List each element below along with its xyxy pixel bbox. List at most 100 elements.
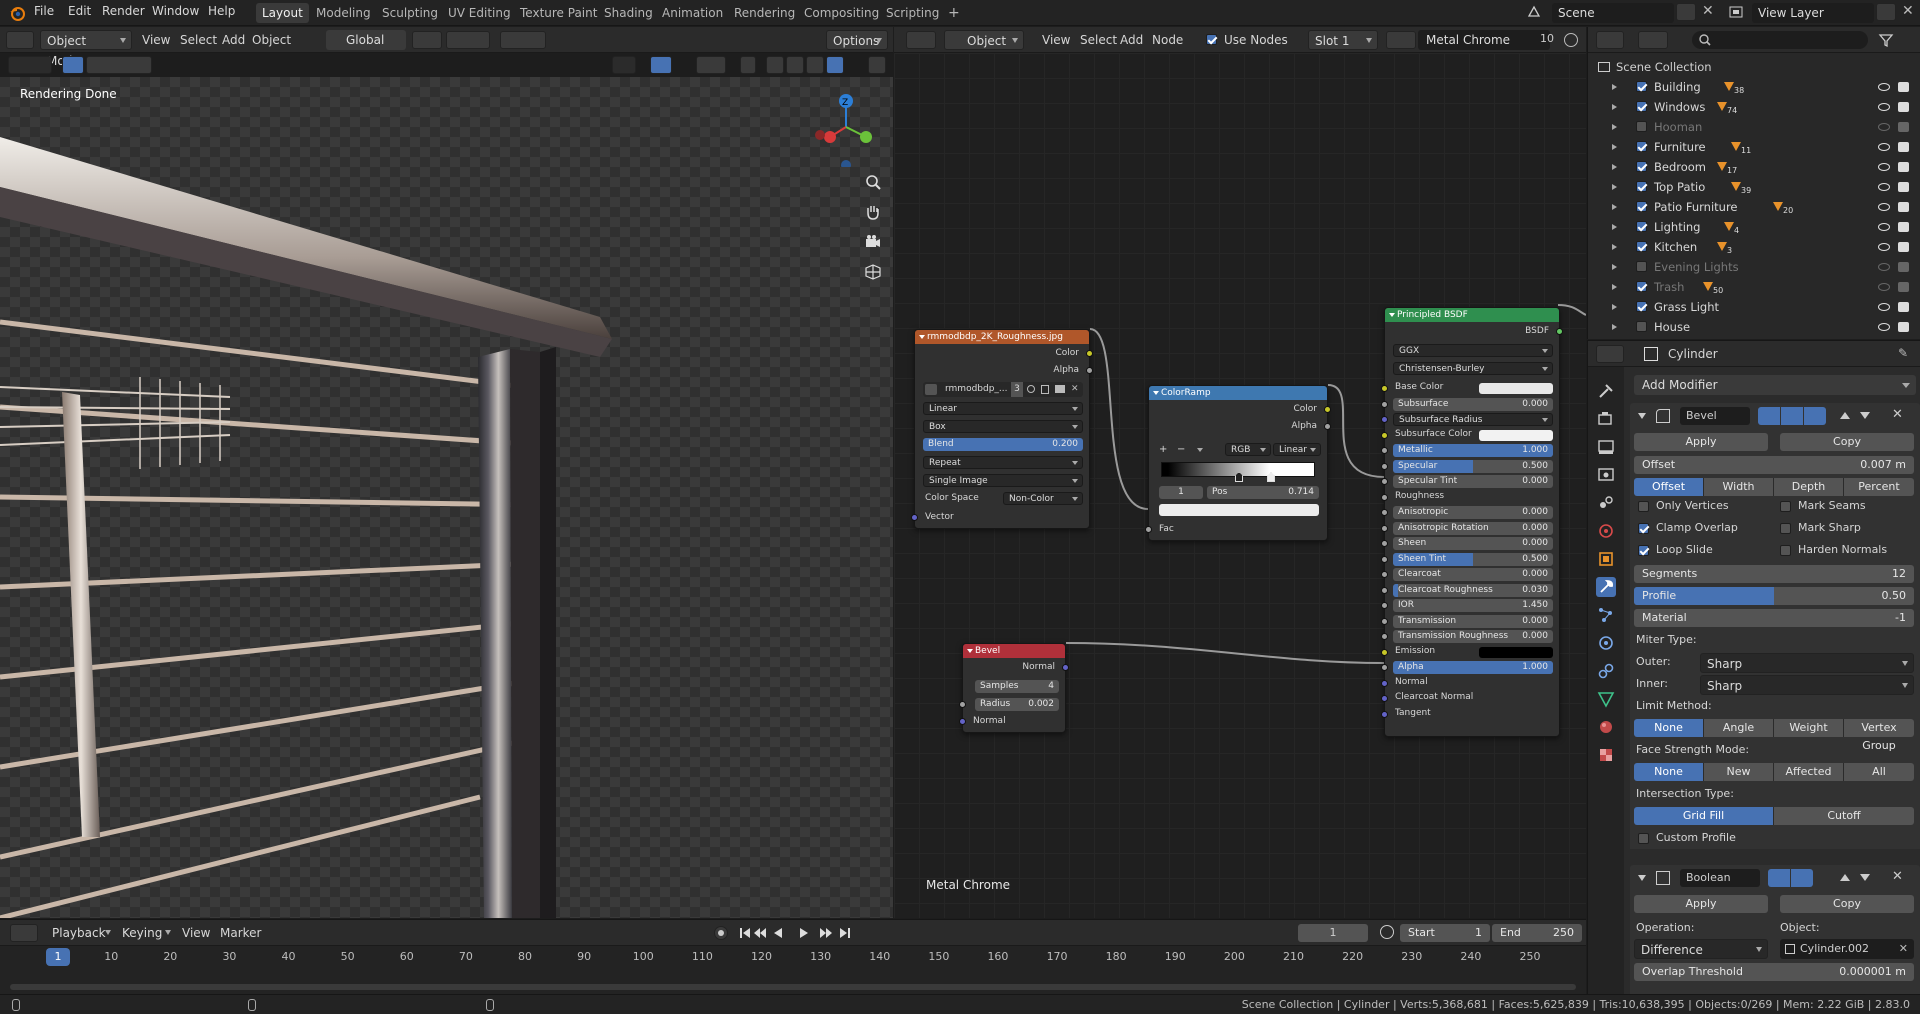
bsdf-ior-field[interactable]: IOR 1.450 [1393,599,1553,612]
expand-arrow-icon[interactable] [1612,124,1617,130]
image-color-space-select[interactable]: Non-Color [1003,492,1083,505]
bsdf-subsurface-field[interactable]: Subsurface 0.000 [1393,397,1553,411]
timeline-scrollbar[interactable] [10,984,1576,990]
render-camera-icon[interactable] [1898,102,1909,112]
exclude-checkbox-furniture[interactable] [1636,141,1647,152]
timeline-ruler[interactable]: 1 10 20 30 40 50 60 70 80 90 100 110 120 130 140 150 16… [0,946,1586,968]
visibility-eye-icon[interactable] [1878,283,1890,291]
material-browse-icon[interactable] [1386,31,1416,49]
properties-editor-type-icon[interactable] [1596,345,1624,363]
bsdf-transmission-field[interactable]: Transmission 0.000 [1393,614,1553,628]
object-data-tab-icon[interactable] [1596,689,1616,709]
playback-controls[interactable] [736,924,856,942]
bsdf-transmission-roughness-socket[interactable] [1381,633,1388,640]
boolean-collapse-chevron-icon[interactable] [1638,875,1646,881]
segments-field[interactable]: Segments 12 [1634,565,1914,583]
render-tab-icon[interactable] [1596,409,1616,429]
outliner-row-grass-light[interactable]: Grass Light [1588,297,1920,317]
bsdf-base-color-socket[interactable] [1381,385,1388,392]
bevel-out-normal-socket[interactable] [1062,664,1069,671]
width-type-width-button[interactable]: Width [1704,478,1774,496]
bevel-remove-icon[interactable]: ✕ [1892,407,1903,422]
clamp-overlap-checkbox[interactable] [1638,523,1649,534]
timeline-menu-view[interactable]: View [178,924,214,942]
bevel-in-radius-socket[interactable] [959,701,966,708]
render-camera-icon[interactable] [1898,282,1909,292]
exclude-checkbox-lighting[interactable] [1636,221,1647,232]
render-camera-icon[interactable] [1898,182,1909,192]
render-camera-icon[interactable] [1898,262,1909,272]
record-icon[interactable] [714,926,728,940]
proportional-edit-icon[interactable] [500,31,546,49]
outliner-row-top-patio[interactable]: Top Patio 39 [1588,177,1920,197]
shader-type-selector[interactable]: Object [944,30,1024,50]
outliner-row-patio-furniture[interactable]: Patio Furniture 20 [1588,197,1920,217]
current-frame-field[interactable]: 1 [1298,924,1368,942]
render-camera-icon[interactable] [1898,122,1909,132]
exclude-checkbox-top-patio[interactable] [1636,181,1647,192]
outliner-row-hooman[interactable]: Hooman [1588,117,1920,137]
bevel-offset-field[interactable]: Offset 0.007 m [1634,456,1914,474]
render-camera-icon[interactable] [1898,162,1909,172]
tab-texture-paint[interactable]: Texture Paint [514,3,603,23]
expand-arrow-icon[interactable] [1612,184,1617,190]
menu-file[interactable]: File [34,4,54,18]
custom-profile-checkbox[interactable] [1638,833,1649,844]
material-user-count[interactable]: 10 [1540,32,1554,45]
bsdf-subsurface-color-swatch[interactable] [1479,429,1553,441]
options-dropdown[interactable]: Options [826,30,888,50]
outliner-search-input[interactable] [1692,31,1868,49]
expand-arrow-icon[interactable] [1612,104,1617,110]
limit-weight-button[interactable]: Weight [1774,719,1844,737]
mark-seams-checkbox[interactable] [1780,501,1791,512]
bsdf-normal-socket[interactable] [1381,679,1388,687]
move-up-icon[interactable] [1840,412,1850,419]
width-type-depth-button[interactable]: Depth [1774,478,1844,496]
render-camera-icon[interactable] [1898,202,1909,212]
colorramp-index-field[interactable]: 1 [1159,486,1203,499]
render-camera-icon[interactable] [1898,82,1909,92]
outliner-row-windows[interactable]: Windows 74 [1588,97,1920,117]
image-name[interactable]: rmmodbdp_... [945,382,1008,397]
grid-view-icon[interactable] [864,263,882,281]
image-blend-field[interactable]: Blend 0.200 [923,438,1083,451]
select-mode-icons[interactable] [86,56,152,74]
material-tab-icon[interactable] [1596,717,1616,737]
image-projection-select[interactable]: Box [923,420,1083,433]
bsdf-alpha-field[interactable]: Alpha 1.000 [1393,661,1553,674]
colorramp-remove-stop-button[interactable]: − [1177,444,1185,455]
boolean-render-icon[interactable] [1791,869,1813,887]
exclude-checkbox-house[interactable] [1636,321,1647,332]
intersection-grid-fill-button[interactable]: Grid Fill [1634,807,1774,825]
tool-tab-icon[interactable] [1596,381,1616,401]
viewport-menu-select[interactable]: Select [176,31,221,49]
timeline-editor-type-icon[interactable] [10,924,38,942]
overlap-threshold-field[interactable]: Overlap Threshold 0.000001 m [1634,963,1914,981]
camera-view-icon[interactable] [864,233,882,251]
image-out-alpha-socket[interactable] [1086,367,1093,374]
image-extension-select[interactable]: Repeat [923,456,1083,469]
filter-icon[interactable] [1878,32,1894,48]
outliner-row-bedroom[interactable]: Bedroom 17 [1588,157,1920,177]
collection-label-furniture[interactable]: Furniture [1654,137,1706,157]
tab-layout[interactable]: Layout [256,3,309,23]
mark-sharp-checkbox[interactable] [1780,523,1791,534]
exclude-checkbox-windows[interactable] [1636,101,1647,112]
bevel-node[interactable]: Bevel Normal Samples 4 Radius 0.002 Normal [959,643,1069,733]
bsdf-anisotropic-field[interactable]: Anisotropic 0.000 [1393,506,1553,519]
mode-selector[interactable]: Object Mode [40,30,132,68]
scene-close-icon[interactable]: ✕ [1702,3,1714,19]
image-source-select[interactable]: Single Image [923,474,1083,487]
bsdf-sheen-field[interactable]: Sheen 0.000 [1393,537,1553,550]
pan-hand-icon[interactable] [864,203,882,221]
viewport-3d[interactable]: Object Mode View Select Add Object Globa… [0,27,893,918]
outliner-row-furniture[interactable]: Furniture 11 [1588,137,1920,157]
bsdf-clearcoat-roughness-field[interactable]: Clearcoat Roughness 0.030 [1393,583,1553,597]
exclude-checkbox-evening-lights[interactable] [1636,261,1647,272]
exclude-checkbox-bedroom[interactable] [1636,161,1647,172]
bsdf-subsurface-radius-select[interactable]: Subsurface Radius [1393,413,1553,426]
xray-icon[interactable] [740,56,756,74]
view-layer-tab-icon[interactable] [1596,465,1616,485]
visibility-eye-icon[interactable] [1878,223,1890,231]
modifier-tab-icon[interactable] [1596,577,1616,597]
